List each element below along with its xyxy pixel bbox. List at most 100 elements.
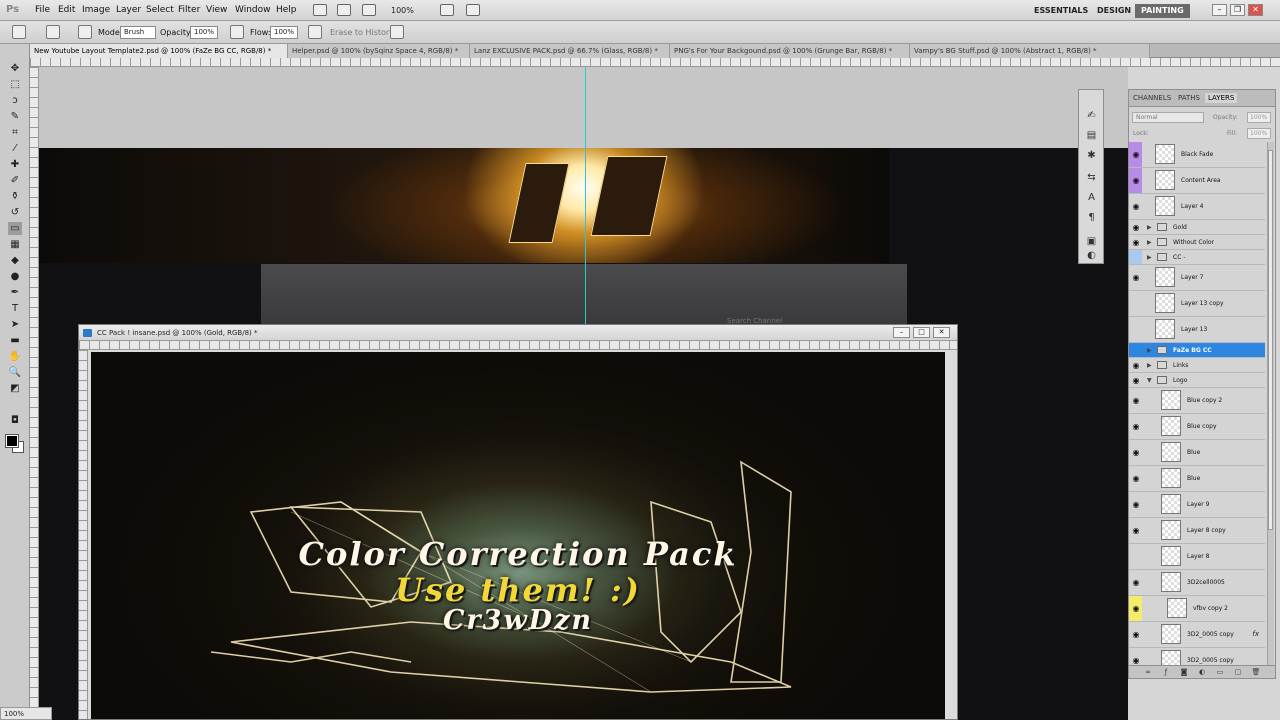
menu-select[interactable]: Select (146, 5, 174, 15)
layer-row[interactable]: ◉ Content Area (1129, 168, 1265, 194)
adjustment-layer-icon[interactable]: ◐ (1197, 668, 1207, 677)
history-brush-tool-icon[interactable]: ↺ (8, 206, 22, 219)
layer-row[interactable]: ◉ 3D2cell0005 (1129, 570, 1265, 596)
shape-tool-icon[interactable]: ▬ (8, 334, 22, 347)
new-group-icon[interactable]: ▭ (1215, 668, 1225, 677)
tab-layers[interactable]: LAYERS (1205, 93, 1238, 103)
flow-field[interactable]: 100% (270, 26, 298, 39)
eraser-tool-icon[interactable]: ▭ (8, 222, 22, 235)
layer-row[interactable]: ◉ Layer 13 (1129, 317, 1265, 343)
close-icon[interactable]: ✕ (1248, 4, 1263, 16)
foreground-color-swatch[interactable] (5, 434, 19, 448)
menu-edit[interactable]: Edit (58, 5, 75, 15)
layer-group-row[interactable]: ◉ ▶ Gold (1129, 220, 1265, 235)
visibility-eye-icon[interactable]: ◉ (1131, 176, 1141, 186)
view-extras-icon[interactable] (362, 4, 376, 16)
layer-row[interactable]: ◉ Layer 4 (1129, 194, 1265, 220)
arrange-documents-icon[interactable] (440, 4, 454, 16)
workspace-essentials[interactable]: ESSENTIALS (1028, 4, 1094, 18)
visibility-eye-icon[interactable]: ◉ (1131, 578, 1141, 588)
tab-paths[interactable]: PATHS (1178, 94, 1200, 102)
layer-row[interactable]: ◉ Blue (1129, 440, 1265, 466)
marquee-tool-icon[interactable]: ⬚ (8, 78, 22, 91)
group-expand-icon[interactable]: ▶ (1147, 347, 1152, 354)
eyedropper-tool-icon[interactable]: ⁄ (8, 142, 22, 155)
group-expand-icon[interactable]: ▶ (1147, 239, 1152, 246)
layer-group-row[interactable]: ◉ ▶ Links (1129, 358, 1265, 373)
zoom-tool-icon[interactable]: 🔍 (8, 366, 22, 379)
brush-tool-icon[interactable]: ✐ (8, 174, 22, 187)
airbrush-icon[interactable] (308, 25, 322, 39)
visibility-eye-icon[interactable]: ◉ (1131, 500, 1141, 510)
cc-pack-document-window[interactable]: CC Pack ! insane.psd @ 100% (Gold, RGB/8… (78, 324, 958, 720)
blend-mode-select[interactable]: Normal (1132, 112, 1204, 123)
quick-select-tool-icon[interactable]: ✎ (8, 110, 22, 123)
adjustments-icon[interactable]: ◐ (1085, 250, 1098, 262)
visibility-eye-icon[interactable]: ◉ (1131, 273, 1141, 283)
menu-window[interactable]: Window (235, 5, 271, 15)
launch-bridge-icon[interactable] (313, 4, 327, 16)
document-title-bar[interactable]: CC Pack ! insane.psd @ 100% (Gold, RGB/8… (79, 325, 957, 341)
tab-channels[interactable]: CHANNELS (1133, 94, 1171, 102)
opacity-field[interactable]: 100% (190, 26, 218, 39)
tab-youtube-layout[interactable]: New Youtube Layout Template2.psd @ 100% … (30, 44, 288, 58)
visibility-eye-icon[interactable]: ◉ (1131, 346, 1141, 356)
paragraph-icon[interactable]: ¶ (1085, 212, 1098, 224)
visibility-eye-icon[interactable]: ◉ (1131, 253, 1141, 263)
doc-close-icon[interactable]: ✕ (933, 327, 950, 338)
layer-group-row[interactable]: ◉ ▼ Logo (1129, 373, 1265, 388)
tab-lanz-pack[interactable]: Lanz EXCLUSIVE PACK.psd @ 66.7% (Glass, … (470, 44, 670, 58)
mini-bridge-icon[interactable] (337, 4, 351, 16)
layer-style-icon[interactable]: ƒ (1161, 668, 1171, 677)
layer-row[interactable]: ◉ Layer 7 (1129, 265, 1265, 291)
tablet-pressure-size-icon[interactable] (390, 25, 404, 39)
layer-row[interactable]: ◉ Layer 9 (1129, 492, 1265, 518)
workspace-painting[interactable]: PAINTING (1135, 4, 1190, 18)
visibility-eye-icon[interactable]: ◉ (1131, 604, 1141, 614)
menu-filter[interactable]: Filter (178, 5, 200, 15)
quick-mask-icon[interactable]: ◘ (8, 414, 22, 427)
group-expand-icon[interactable]: ▶ (1147, 224, 1152, 231)
layer-opacity-field[interactable]: 100% (1247, 112, 1271, 123)
restore-icon[interactable]: ❐ (1230, 4, 1245, 16)
menu-view[interactable]: View (206, 5, 227, 15)
character-icon[interactable]: A (1085, 192, 1098, 204)
visibility-eye-icon[interactable]: ◉ (1131, 299, 1141, 309)
group-expand-icon[interactable]: ▼ (1147, 377, 1152, 384)
pen-tool-icon[interactable]: ✒ (8, 286, 22, 299)
brush-size-icon[interactable] (46, 25, 60, 39)
brush-presets-icon[interactable]: ✍ (1085, 110, 1098, 122)
add-mask-icon[interactable]: ◙ (1179, 668, 1189, 677)
gradient-tool-icon[interactable]: ▦ (8, 238, 22, 251)
layer-row[interactable]: ◉ Layer 13 copy (1129, 291, 1265, 317)
visibility-eye-icon[interactable]: ◉ (1131, 552, 1141, 562)
visibility-eye-icon[interactable]: ◉ (1131, 396, 1141, 406)
zoom-level[interactable]: 100% (391, 4, 423, 17)
layer-group-row[interactable]: ◉ ▶ FaZe BG CC (1129, 343, 1265, 358)
layer-row[interactable]: ◉ vfbv copy 2 (1129, 596, 1265, 622)
visibility-eye-icon[interactable]: ◉ (1131, 376, 1141, 386)
delete-layer-icon[interactable]: 🗑 (1251, 668, 1261, 677)
blur-tool-icon[interactable]: ◆ (8, 254, 22, 267)
menu-file[interactable]: File (35, 5, 50, 15)
zoom-status-field[interactable]: 100% (0, 707, 52, 720)
layer-row[interactable]: ◉ Black Fade (1129, 142, 1265, 168)
group-expand-icon[interactable]: ▶ (1147, 254, 1152, 261)
visibility-eye-icon[interactable]: ◉ (1131, 474, 1141, 484)
layer-row[interactable]: ◉ Blue copy 2 (1129, 388, 1265, 414)
clone-stamp-tool-icon[interactable]: ⚱ (8, 190, 22, 203)
move-tool-icon[interactable]: ✥ (8, 62, 22, 75)
hand-tool-icon[interactable]: ✋ (8, 350, 22, 363)
layers-scroll-thumb[interactable] (1268, 150, 1273, 530)
minimize-icon[interactable]: – (1212, 4, 1227, 16)
tab-vampy-bg[interactable]: Vampy's BG Stuff.psd @ 100% (Abstract 1,… (910, 44, 1150, 58)
visibility-eye-icon[interactable]: ◉ (1131, 325, 1141, 335)
new-layer-icon[interactable]: ▢ (1233, 668, 1243, 677)
type-tool-icon[interactable]: T (8, 302, 22, 315)
history-icon[interactable]: ⇆ (1085, 172, 1098, 184)
brush-panel-dock-icon[interactable]: ▤ (1085, 130, 1098, 142)
menu-image[interactable]: Image (82, 5, 110, 15)
layer-row[interactable]: ◉ Blue (1129, 466, 1265, 492)
layer-row[interactable]: ◉ Layer 8 copy (1129, 518, 1265, 544)
layer-row[interactable]: ◉ Layer 8 (1129, 544, 1265, 570)
